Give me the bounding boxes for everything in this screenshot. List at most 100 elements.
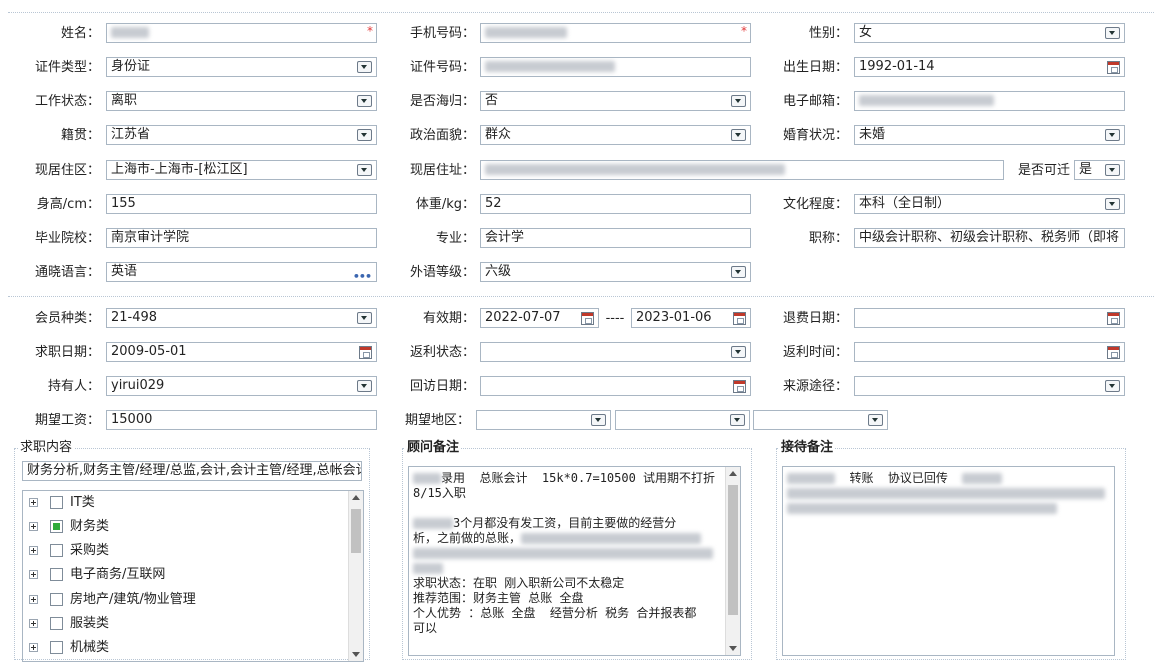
chevron-down-icon[interactable] <box>1105 129 1120 141</box>
chevron-down-icon[interactable] <box>357 164 372 176</box>
expand-icon[interactable] <box>29 570 38 579</box>
scroll-up-icon[interactable] <box>729 471 737 476</box>
checkbox[interactable] <box>50 641 63 654</box>
calendar-icon[interactable] <box>733 380 746 393</box>
chevron-down-icon[interactable] <box>357 95 372 107</box>
checkbox[interactable] <box>50 617 63 630</box>
apply-date-value: 2009-05-01 <box>111 344 187 359</box>
school-field[interactable]: 南京审计学院 <box>106 228 377 248</box>
refund-date-field[interactable] <box>854 308 1125 328</box>
holder-select[interactable]: yirui029 <box>106 376 377 396</box>
checkbox[interactable] <box>50 520 63 533</box>
calendar-icon[interactable] <box>1107 61 1120 74</box>
calendar-icon[interactable] <box>581 312 594 325</box>
expand-icon[interactable] <box>29 595 38 604</box>
work-status-select[interactable]: 离职 <box>106 91 377 111</box>
scrollbar[interactable] <box>725 467 740 655</box>
address-field[interactable] <box>480 160 1004 180</box>
title-field[interactable]: 中级会计职称、初级会计职称、税务师（即将 <box>854 228 1125 248</box>
apply-date-field[interactable]: 2009-05-01 <box>106 342 377 362</box>
calendar-icon[interactable] <box>1107 312 1120 325</box>
expand-icon[interactable] <box>29 498 38 507</box>
revisit-date-field[interactable] <box>480 376 751 396</box>
phone-field[interactable]: * <box>480 23 751 43</box>
valid-to-field[interactable]: 2023-01-06 <box>631 308 751 328</box>
region-province-select[interactable] <box>476 410 611 430</box>
education-select[interactable]: 本科（全日制） <box>854 194 1125 214</box>
masked-value <box>485 27 567 38</box>
id-no-field[interactable] <box>480 57 751 77</box>
chevron-down-icon[interactable] <box>357 380 372 392</box>
job-tree: IT类 财务类 采购类 电子商务/互联网 房地产/建筑/物业管理 服装类 机械类 <box>22 490 364 662</box>
job-summary-field[interactable]: 财务分析,财务主管/经理/总监,会计,会计主管/经理,总帐会计 <box>22 461 362 481</box>
masked-value <box>787 503 1057 514</box>
political-select[interactable]: 群众 <box>480 125 751 145</box>
residence-select[interactable]: 上海市-上海市-[松江区] <box>106 160 377 180</box>
checkbox[interactable] <box>50 496 63 509</box>
checkbox[interactable] <box>50 544 63 557</box>
chevron-down-icon[interactable] <box>1105 164 1120 176</box>
region-city-select[interactable] <box>615 410 750 430</box>
expand-icon[interactable] <box>29 546 38 555</box>
region-district-select[interactable] <box>753 410 888 430</box>
scroll-up-icon[interactable] <box>352 495 360 500</box>
chevron-down-icon[interactable] <box>1105 27 1120 39</box>
member-type-value: 21-498 <box>111 310 158 325</box>
major-field[interactable]: 会计学 <box>480 228 751 248</box>
valid-from-field[interactable]: 2022-07-07 <box>480 308 599 328</box>
rebate-status-select[interactable] <box>480 342 751 362</box>
scroll-down-icon[interactable] <box>352 652 360 657</box>
returnee-label: 是否海归： <box>409 94 475 109</box>
member-type-select[interactable]: 21-498 <box>106 308 377 328</box>
marital-value: 未婚 <box>859 127 886 142</box>
checkbox[interactable] <box>50 593 63 606</box>
expand-icon[interactable] <box>29 619 38 628</box>
tree-item-label: 房地产/建筑/物业管理 <box>70 592 196 607</box>
chevron-down-icon[interactable] <box>1105 198 1120 210</box>
advisor-notes-textarea[interactable]: 录用 总账会计 15k*0.7=10500 试用期不打折 8/15入职 ​ 3个… <box>408 466 741 656</box>
rebate-time-field[interactable] <box>854 342 1125 362</box>
scroll-thumb[interactable] <box>728 485 738 615</box>
salary-field[interactable]: 15000 <box>106 410 377 430</box>
height-field[interactable]: 155 <box>106 194 377 214</box>
tree-item-label: 机械类 <box>70 640 110 655</box>
chevron-down-icon[interactable] <box>357 129 372 141</box>
scrollbar[interactable] <box>348 491 363 661</box>
scroll-thumb[interactable] <box>351 509 361 553</box>
source-select[interactable] <box>854 376 1125 396</box>
source-label: 来源途径： <box>782 379 848 394</box>
lang-level-select[interactable]: 六级 <box>480 262 751 282</box>
chevron-down-icon[interactable] <box>731 129 746 141</box>
chevron-down-icon[interactable] <box>731 95 746 107</box>
returnee-select[interactable]: 否 <box>480 91 751 111</box>
language-value: 英语 <box>111 264 138 279</box>
relocate-select[interactable]: 是 <box>1074 160 1125 180</box>
name-field[interactable]: * <box>106 23 377 43</box>
chevron-down-icon[interactable] <box>868 414 883 426</box>
chevron-down-icon[interactable] <box>357 61 372 73</box>
chevron-down-icon[interactable] <box>591 414 606 426</box>
chevron-down-icon[interactable] <box>357 312 372 324</box>
marital-select[interactable]: 未婚 <box>854 125 1125 145</box>
scroll-down-icon[interactable] <box>729 646 737 651</box>
expand-icon[interactable] <box>29 522 38 531</box>
chevron-down-icon[interactable] <box>731 266 746 278</box>
height-value: 155 <box>111 196 136 211</box>
chevron-down-icon[interactable] <box>1105 380 1120 392</box>
gender-select[interactable]: 女 <box>854 23 1125 43</box>
email-field[interactable] <box>854 91 1125 111</box>
id-type-select[interactable]: 身份证 <box>106 57 377 77</box>
calendar-icon[interactable] <box>733 312 746 325</box>
more-icon[interactable]: ••• <box>353 268 372 281</box>
native-select[interactable]: 江苏省 <box>106 125 377 145</box>
weight-field[interactable]: 52 <box>480 194 751 214</box>
birth-date-field[interactable]: 1992-01-14 <box>854 57 1125 77</box>
chevron-down-icon[interactable] <box>731 346 746 358</box>
reception-notes-textarea[interactable]: 转账 协议已回传 <box>782 466 1115 656</box>
chevron-down-icon[interactable] <box>730 414 745 426</box>
political-label: 政治面貌： <box>409 128 475 143</box>
calendar-icon[interactable] <box>359 346 372 359</box>
checkbox[interactable] <box>50 568 63 581</box>
language-field[interactable]: 英语 ••• <box>106 262 377 282</box>
calendar-icon[interactable] <box>1107 346 1120 359</box>
